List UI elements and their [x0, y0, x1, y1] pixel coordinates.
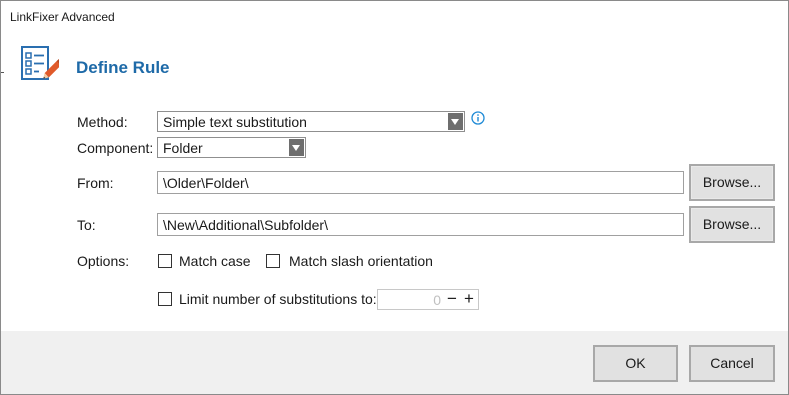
- limit-label[interactable]: Limit number of substitutions to:: [179, 291, 377, 307]
- options-label: Options:: [77, 253, 130, 269]
- from-label: From:: [77, 175, 114, 191]
- chevron-down-icon[interactable]: [289, 139, 304, 156]
- ok-label: OK: [625, 355, 646, 371]
- to-browse-button[interactable]: Browse...: [689, 206, 775, 243]
- decrement-button[interactable]: −: [444, 290, 460, 309]
- ok-button[interactable]: OK: [593, 345, 678, 382]
- method-select-value: Simple text substitution: [163, 114, 307, 130]
- match-case-checkbox[interactable]: [158, 254, 172, 268]
- limit-checkbox[interactable]: [158, 292, 172, 306]
- to-browse-label: Browse...: [702, 216, 762, 232]
- cancel-label: Cancel: [710, 355, 754, 371]
- method-label: Method:: [77, 114, 128, 130]
- window-edge-mark: [1, 72, 4, 73]
- chevron-down-icon[interactable]: [448, 113, 463, 130]
- match-slash-label[interactable]: Match slash orientation: [289, 253, 433, 269]
- from-browse-button[interactable]: Browse...: [689, 164, 775, 201]
- title-bar[interactable]: LinkFixer Advanced: [1, 1, 788, 33]
- component-select[interactable]: Folder: [157, 137, 306, 158]
- from-input-value: \Older\Folder\: [163, 175, 249, 191]
- limit-stepper[interactable]: 0 − +: [377, 289, 479, 310]
- to-input-value: \New\Additional\Subfolder\: [163, 217, 328, 233]
- to-label: To:: [77, 217, 96, 233]
- component-select-value: Folder: [163, 140, 203, 156]
- match-case-label[interactable]: Match case: [179, 253, 251, 269]
- info-icon[interactable]: [471, 111, 485, 125]
- window-title: LinkFixer Advanced: [10, 10, 115, 24]
- to-input[interactable]: \New\Additional\Subfolder\: [157, 213, 684, 236]
- component-label: Component:: [77, 140, 154, 156]
- method-select[interactable]: Simple text substitution: [157, 111, 465, 132]
- rule-list-icon: [21, 46, 59, 80]
- cancel-button[interactable]: Cancel: [689, 345, 775, 382]
- dialog-heading: Define Rule: [76, 58, 170, 77]
- limit-value[interactable]: 0: [431, 292, 441, 308]
- from-input[interactable]: \Older\Folder\: [157, 171, 684, 194]
- dialog-window: LinkFixer Advanced Define Rule Method: S…: [0, 0, 789, 395]
- from-browse-label: Browse...: [702, 174, 762, 190]
- match-slash-checkbox[interactable]: [266, 254, 280, 268]
- increment-button[interactable]: +: [461, 290, 477, 309]
- dialog-footer: OK Cancel: [1, 331, 788, 394]
